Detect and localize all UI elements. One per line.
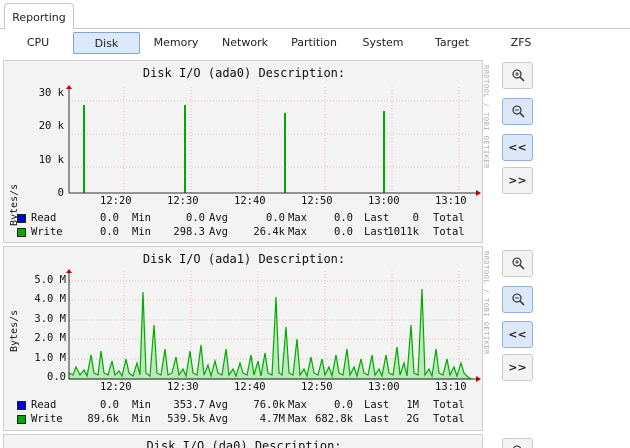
double-right-icon: >> xyxy=(508,174,527,187)
tab-system[interactable]: System xyxy=(354,32,412,54)
zoom-out-icon xyxy=(511,293,525,306)
double-left-icon: << xyxy=(508,141,527,154)
graph-panel-da0: Disk I/O (da0) Description: xyxy=(3,434,483,448)
y-tick-label: 20 k xyxy=(38,120,64,132)
forward-button[interactable]: >> xyxy=(502,354,533,381)
legend-row-read: Read 0.0 Min 353.7 Avg 76.0k Max 0.0 Las… xyxy=(17,399,482,413)
tab-partition[interactable]: Partition xyxy=(282,32,346,54)
x-tick-label: 12:20 xyxy=(100,195,132,207)
graph-title: Disk I/O (ada0) Description: xyxy=(142,66,346,80)
sub-tab-bar: CPU Disk Memory Network Partition System… xyxy=(0,30,630,56)
legend-row-write: Write 89.6k Min 539.5k Avg 4.7M Max 682.… xyxy=(17,413,482,427)
x-tick-label: 12:20 xyxy=(100,381,132,393)
write-spike xyxy=(284,113,286,193)
plot-area-ada0 xyxy=(66,85,481,196)
graph-panel-ada0: Disk I/O (ada0) Description: Bytes/s RRD… xyxy=(3,60,490,243)
read-swatch xyxy=(17,401,26,410)
back-button[interactable]: << xyxy=(502,134,533,161)
tab-target[interactable]: Target xyxy=(424,32,480,54)
read-swatch xyxy=(17,214,26,223)
tab-reporting[interactable]: Reporting xyxy=(4,3,74,30)
tab-cpu[interactable]: CPU xyxy=(10,32,66,54)
y-tick-label: 10 k xyxy=(38,154,64,166)
zoom-in-icon xyxy=(511,257,525,270)
grid xyxy=(69,87,471,193)
main-tab-bar: Reporting xyxy=(0,0,630,30)
y-tick-label: 1.0 M xyxy=(34,352,66,364)
x-tick-label: 13:00 xyxy=(368,195,400,207)
zoom-in-button[interactable] xyxy=(502,250,533,277)
x-tick-label: 13:10 xyxy=(435,195,467,207)
zoom-out-button[interactable] xyxy=(502,98,533,125)
tab-network[interactable]: Network xyxy=(214,32,276,54)
x-tick-label: 12:50 xyxy=(301,381,333,393)
x-tick-label: 13:00 xyxy=(368,381,400,393)
x-tick-label: 13:10 xyxy=(435,381,467,393)
back-button[interactable]: << xyxy=(502,321,533,348)
legend-row-read: Read 0.0 Min 0.0 Avg 0.0 Max 0.0 Last 0 … xyxy=(17,212,482,226)
y-tick-label: 5.0 M xyxy=(34,274,66,286)
graph-title: Disk I/O (ada1) Description: xyxy=(142,252,346,266)
forward-button[interactable]: >> xyxy=(502,167,533,194)
x-tick-label: 12:50 xyxy=(301,195,333,207)
graph-panel-ada1: Disk I/O (ada1) Description: Bytes/s RRD… xyxy=(3,246,490,431)
tab-memory[interactable]: Memory xyxy=(146,32,206,54)
y-tick-label: 30 k xyxy=(38,87,64,99)
write-spike xyxy=(383,111,385,193)
write-spike xyxy=(83,105,85,193)
write-swatch xyxy=(17,415,26,424)
y-tick-label: 4.0 M xyxy=(34,293,66,305)
y-tick-label: 0 xyxy=(57,187,64,199)
double-right-icon: >> xyxy=(508,361,527,374)
y-tick-label: 2.0 M xyxy=(34,332,66,344)
write-area xyxy=(68,288,473,380)
y-axis-label: Bytes/s xyxy=(9,309,20,352)
zoom-in-icon xyxy=(512,445,521,448)
y-tick-label: 0.0 xyxy=(47,371,66,383)
double-left-icon: << xyxy=(508,328,527,341)
zoom-in-button[interactable] xyxy=(502,62,533,89)
zoom-in-icon xyxy=(511,69,525,82)
x-tick-label: 12:30 xyxy=(167,381,199,393)
tab-zfs[interactable]: ZFS xyxy=(496,32,546,54)
x-tick-label: 12:30 xyxy=(167,195,199,207)
x-tick-label: 12:40 xyxy=(234,381,266,393)
write-swatch xyxy=(17,228,26,237)
plot-area-ada1 xyxy=(66,269,481,382)
legend-row-write: Write 0.0 Min 298.3 Avg 26.4k Max 0.0 La… xyxy=(17,226,482,240)
zoom-out-icon xyxy=(511,105,525,118)
x-tick-label: 12:40 xyxy=(234,195,266,207)
y-tick-label: 3.0 M xyxy=(34,313,66,325)
zoom-in-button[interactable] xyxy=(502,438,533,448)
tab-disk[interactable]: Disk xyxy=(73,32,140,54)
write-spike xyxy=(184,105,186,193)
zoom-out-button[interactable] xyxy=(502,286,533,313)
graph-title: Disk I/O (da0) Description: xyxy=(146,439,342,448)
